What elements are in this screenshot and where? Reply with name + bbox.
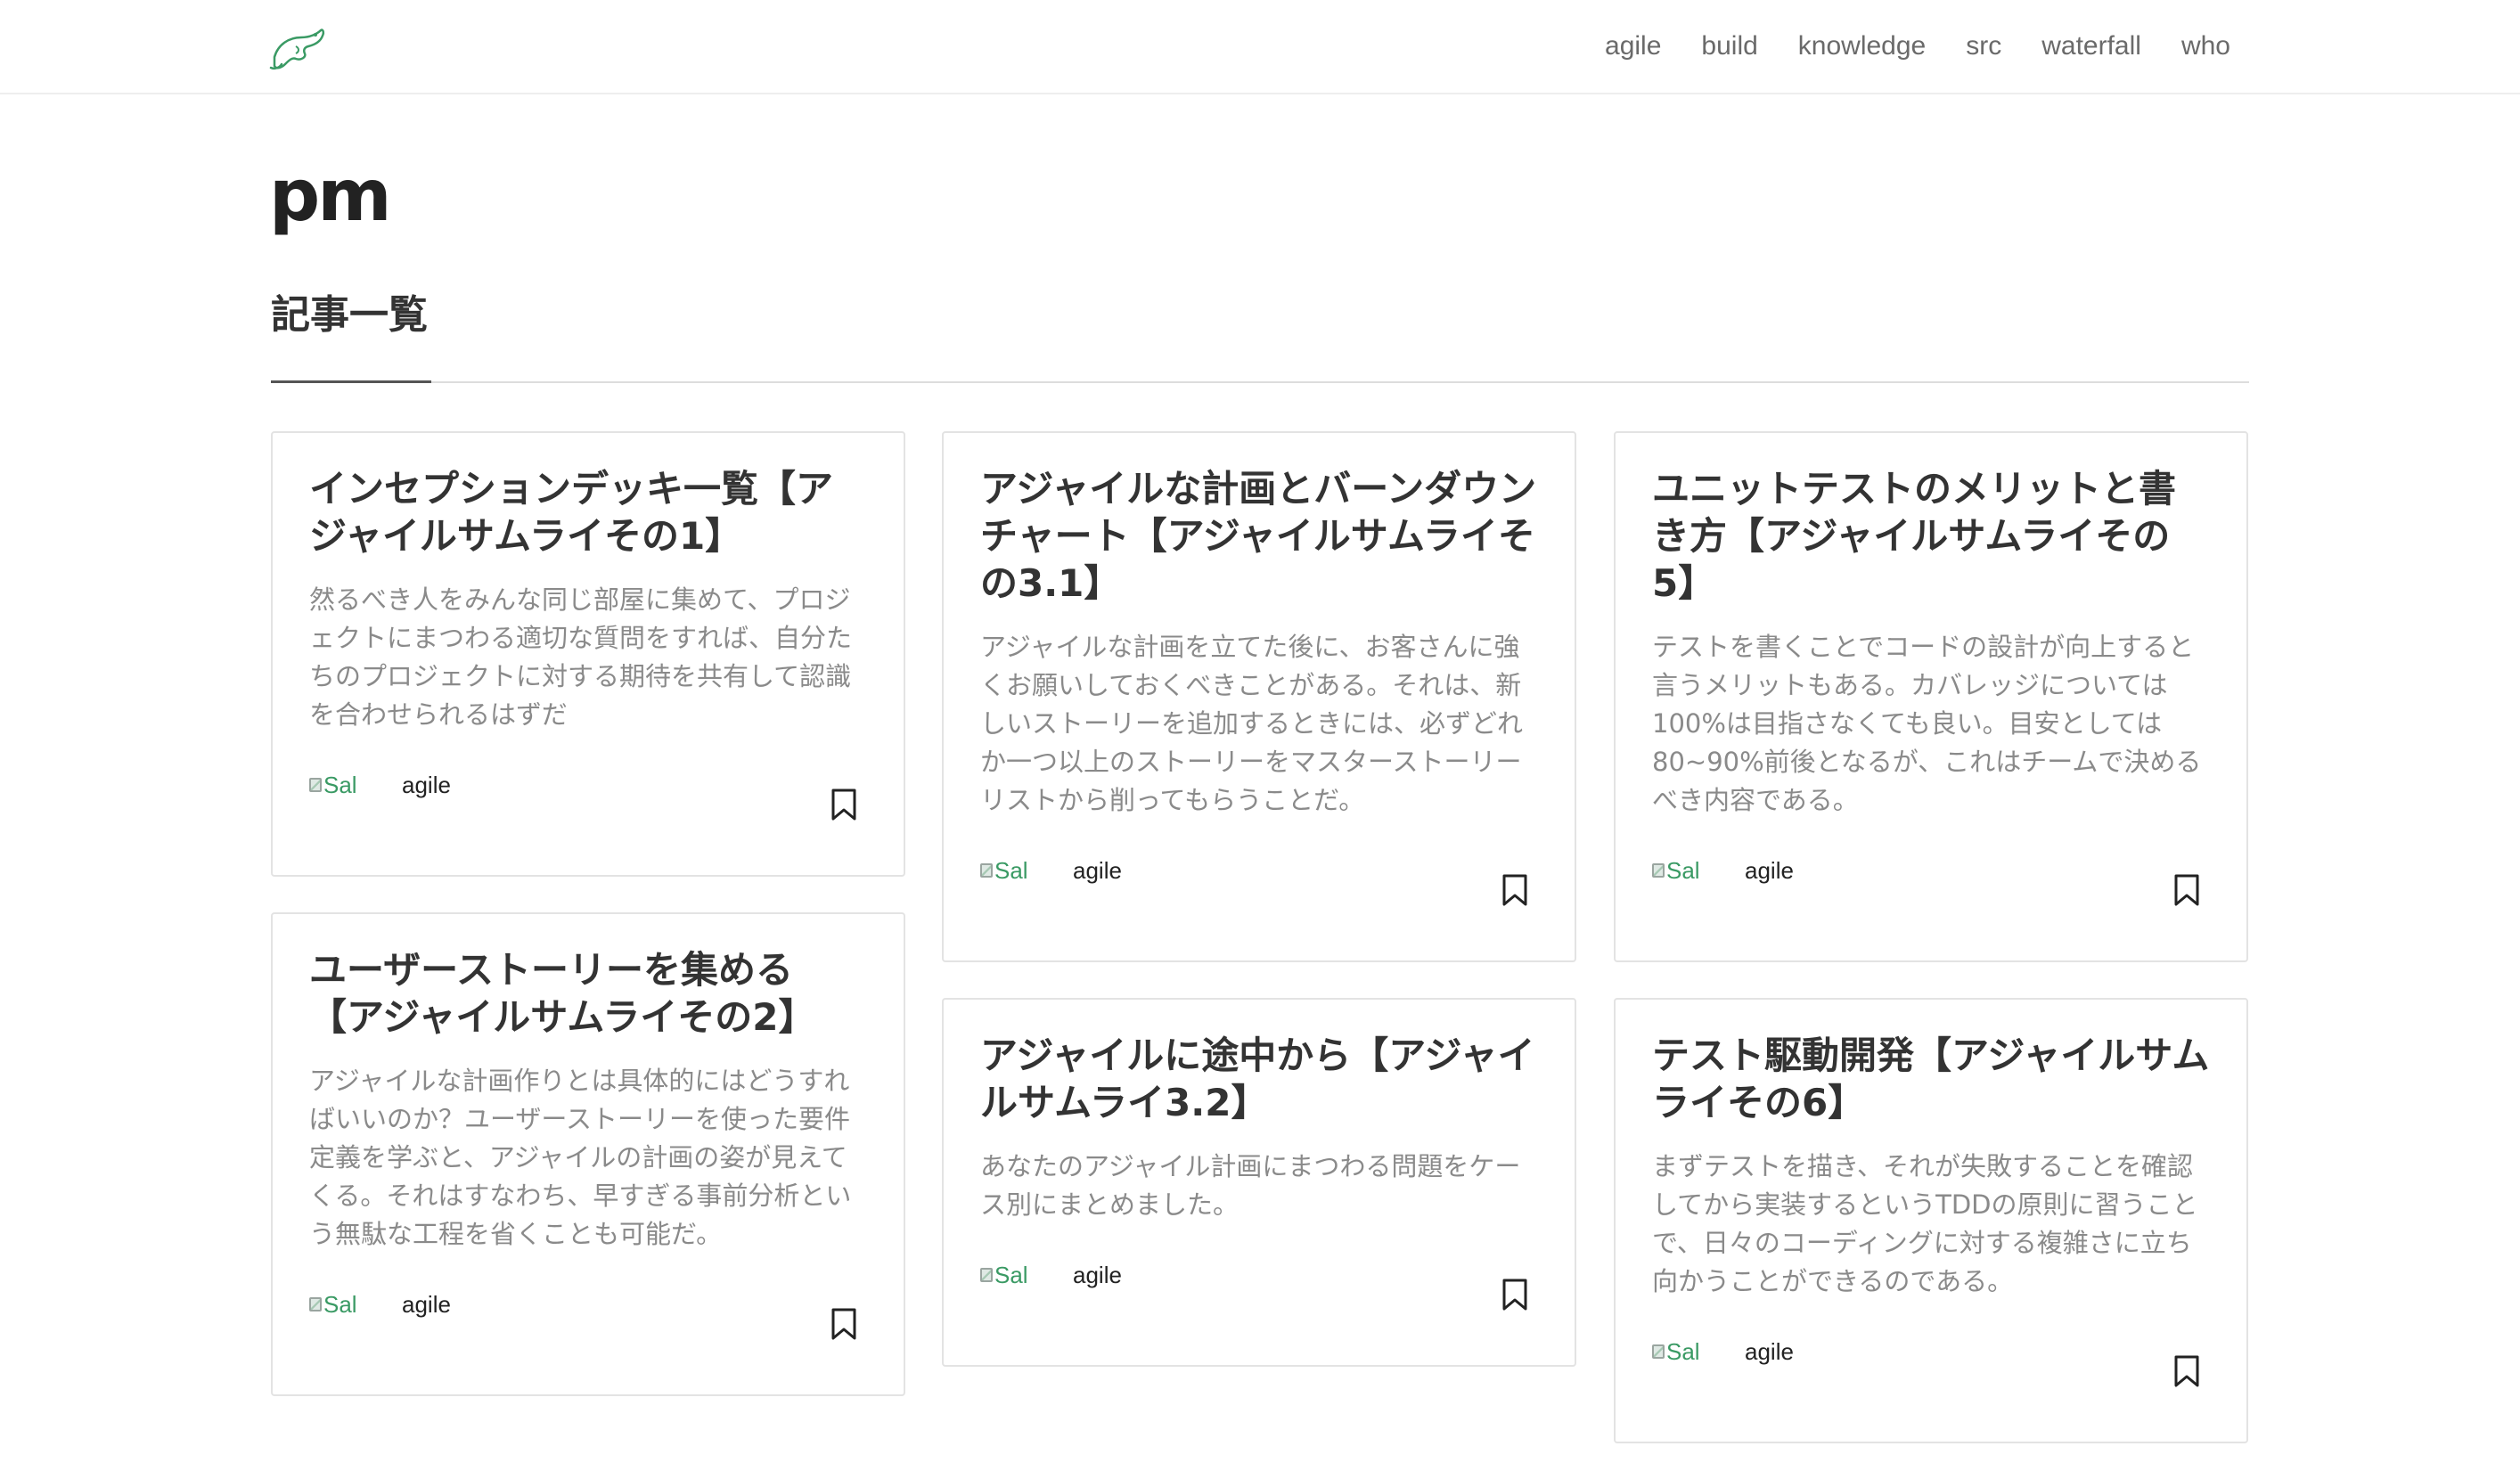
broken-image-icon — [1652, 1344, 1665, 1359]
avatar-alt-text: Sal — [994, 856, 1028, 884]
section-underline — [271, 380, 431, 383]
bookmark-icon[interactable] — [1501, 873, 1528, 907]
author-name[interactable]: agile — [1745, 857, 1794, 885]
nav-item-agile[interactable]: agile — [1605, 31, 1661, 61]
author-name[interactable]: agile — [1073, 1262, 1122, 1289]
section-title: 記事一覧 — [271, 292, 428, 338]
article-column-3: ユニットテストのメリットと書き方【アジャイルサムライその5】 テストを書くことで… — [1614, 431, 2248, 1479]
author-name[interactable]: agile — [1745, 1338, 1794, 1366]
article-excerpt: 然るべき人をみんな同じ部屋に集めて、プロジェクトにまつわる適切な質問をすれば、自… — [309, 584, 853, 730]
article-card: インセプションデッキ一覧【アジャイルサムライその1】 然るべき人をみんな同じ部屋… — [271, 431, 905, 877]
nav-item-knowledge[interactable]: knowledge — [1798, 31, 1926, 61]
page-title: pm — [269, 154, 392, 237]
article-card: テスト駆動開発【アジャイルサムライその6】 まずテストを描き、それが失敗すること… — [1614, 998, 2248, 1443]
broken-image-icon — [1652, 863, 1665, 878]
bookmark-icon[interactable] — [830, 1307, 857, 1341]
article-meta: Sal agile — [309, 770, 868, 875]
author-avatar[interactable]: Sal — [1652, 855, 1716, 886]
broken-image-icon — [980, 863, 993, 878]
article-title[interactable]: ユーザーストーリーを集める【アジャイルサムライその2】 — [309, 946, 868, 1041]
bookmark-icon[interactable] — [1501, 1278, 1528, 1311]
article-title[interactable]: ユニットテストのメリットと書き方【アジャイルサムライその5】 — [1652, 465, 2211, 607]
chameleon-logo-icon — [269, 29, 325, 70]
site-header: agile build knowledge src waterfall who — [0, 0, 2520, 94]
article-excerpt: まずテストを描き、それが失敗することを確認してから実装するというTDDの原則に習… — [1652, 1151, 2198, 1296]
article-meta: Sal agile — [309, 1289, 868, 1394]
avatar-alt-text: Sal — [323, 1290, 357, 1318]
avatar-alt-text: Sal — [1666, 1337, 1700, 1365]
article-excerpt: テストを書くことでコードの設計が向上すると言うメリットもある。カバレッジについて… — [1652, 632, 2202, 815]
nav-item-who[interactable]: who — [2181, 31, 2230, 61]
article-title[interactable]: インセプションデッキ一覧【アジャイルサムライその1】 — [309, 465, 868, 560]
bookmark-icon[interactable] — [2173, 1354, 2200, 1388]
author-avatar[interactable]: Sal — [309, 1289, 373, 1320]
article-excerpt: アジャイルな計画作りとは具体的にはどうすればいいのか？ユーザーストーリーを使った… — [309, 1066, 852, 1249]
article-card: ユニットテストのメリットと書き方【アジャイルサムライその5】 テストを書くことで… — [1614, 431, 2248, 962]
main-nav: agile build knowledge src waterfall who — [1605, 0, 2230, 93]
author-avatar[interactable]: Sal — [980, 1260, 1044, 1290]
avatar-alt-text: Sal — [994, 1261, 1028, 1288]
bookmark-icon[interactable] — [2173, 873, 2200, 907]
article-title[interactable]: アジャイルに途中から【アジャイルサムライ3.2】 — [980, 1032, 1539, 1126]
author-avatar[interactable]: Sal — [980, 855, 1044, 886]
broken-image-icon — [309, 778, 322, 792]
bookmark-icon[interactable] — [830, 788, 857, 821]
avatar-alt-text: Sal — [1666, 856, 1700, 884]
author-name[interactable]: agile — [1073, 857, 1122, 885]
author-name[interactable]: agile — [402, 772, 451, 799]
article-meta: Sal agile — [1652, 855, 2211, 960]
article-column-2: アジャイルな計画とバーンダウンチャート【アジャイルサムライその3.1】 アジャイ… — [942, 431, 1576, 1402]
broken-image-icon — [309, 1297, 322, 1311]
article-card: アジャイルな計画とバーンダウンチャート【アジャイルサムライその3.1】 アジャイ… — [942, 431, 1576, 962]
article-excerpt: アジャイルな計画を立てた後に、お客さんに強くお願いしておくべきことがある。それは… — [980, 632, 1524, 815]
article-card: ユーザーストーリーを集める【アジャイルサムライその2】 アジャイルな計画作りとは… — [271, 912, 905, 1396]
article-excerpt: あなたのアジャイル計画にまつわる問題をケース別にまとめました。 — [980, 1151, 1521, 1220]
nav-item-waterfall[interactable]: waterfall — [2041, 31, 2141, 61]
article-card: アジャイルに途中から【アジャイルサムライ3.2】 あなたのアジャイル計画にまつわ… — [942, 998, 1576, 1367]
author-avatar[interactable]: Sal — [1652, 1336, 1716, 1367]
nav-item-build[interactable]: build — [1701, 31, 1757, 61]
article-title[interactable]: テスト駆動開発【アジャイルサムライその6】 — [1652, 1032, 2211, 1126]
article-column-1: インセプションデッキ一覧【アジャイルサムライその1】 然るべき人をみんな同じ部屋… — [271, 431, 905, 1432]
article-meta: Sal agile — [980, 855, 1539, 960]
nav-item-src[interactable]: src — [1966, 31, 2001, 61]
article-title[interactable]: アジャイルな計画とバーンダウンチャート【アジャイルサムライその3.1】 — [980, 465, 1539, 607]
broken-image-icon — [980, 1268, 993, 1282]
article-meta: Sal agile — [1652, 1336, 2211, 1442]
article-meta: Sal agile — [980, 1260, 1539, 1365]
avatar-alt-text: Sal — [323, 771, 357, 798]
section-header: 記事一覧 — [271, 285, 2249, 383]
author-avatar[interactable]: Sal — [309, 770, 373, 800]
author-name[interactable]: agile — [402, 1291, 451, 1319]
